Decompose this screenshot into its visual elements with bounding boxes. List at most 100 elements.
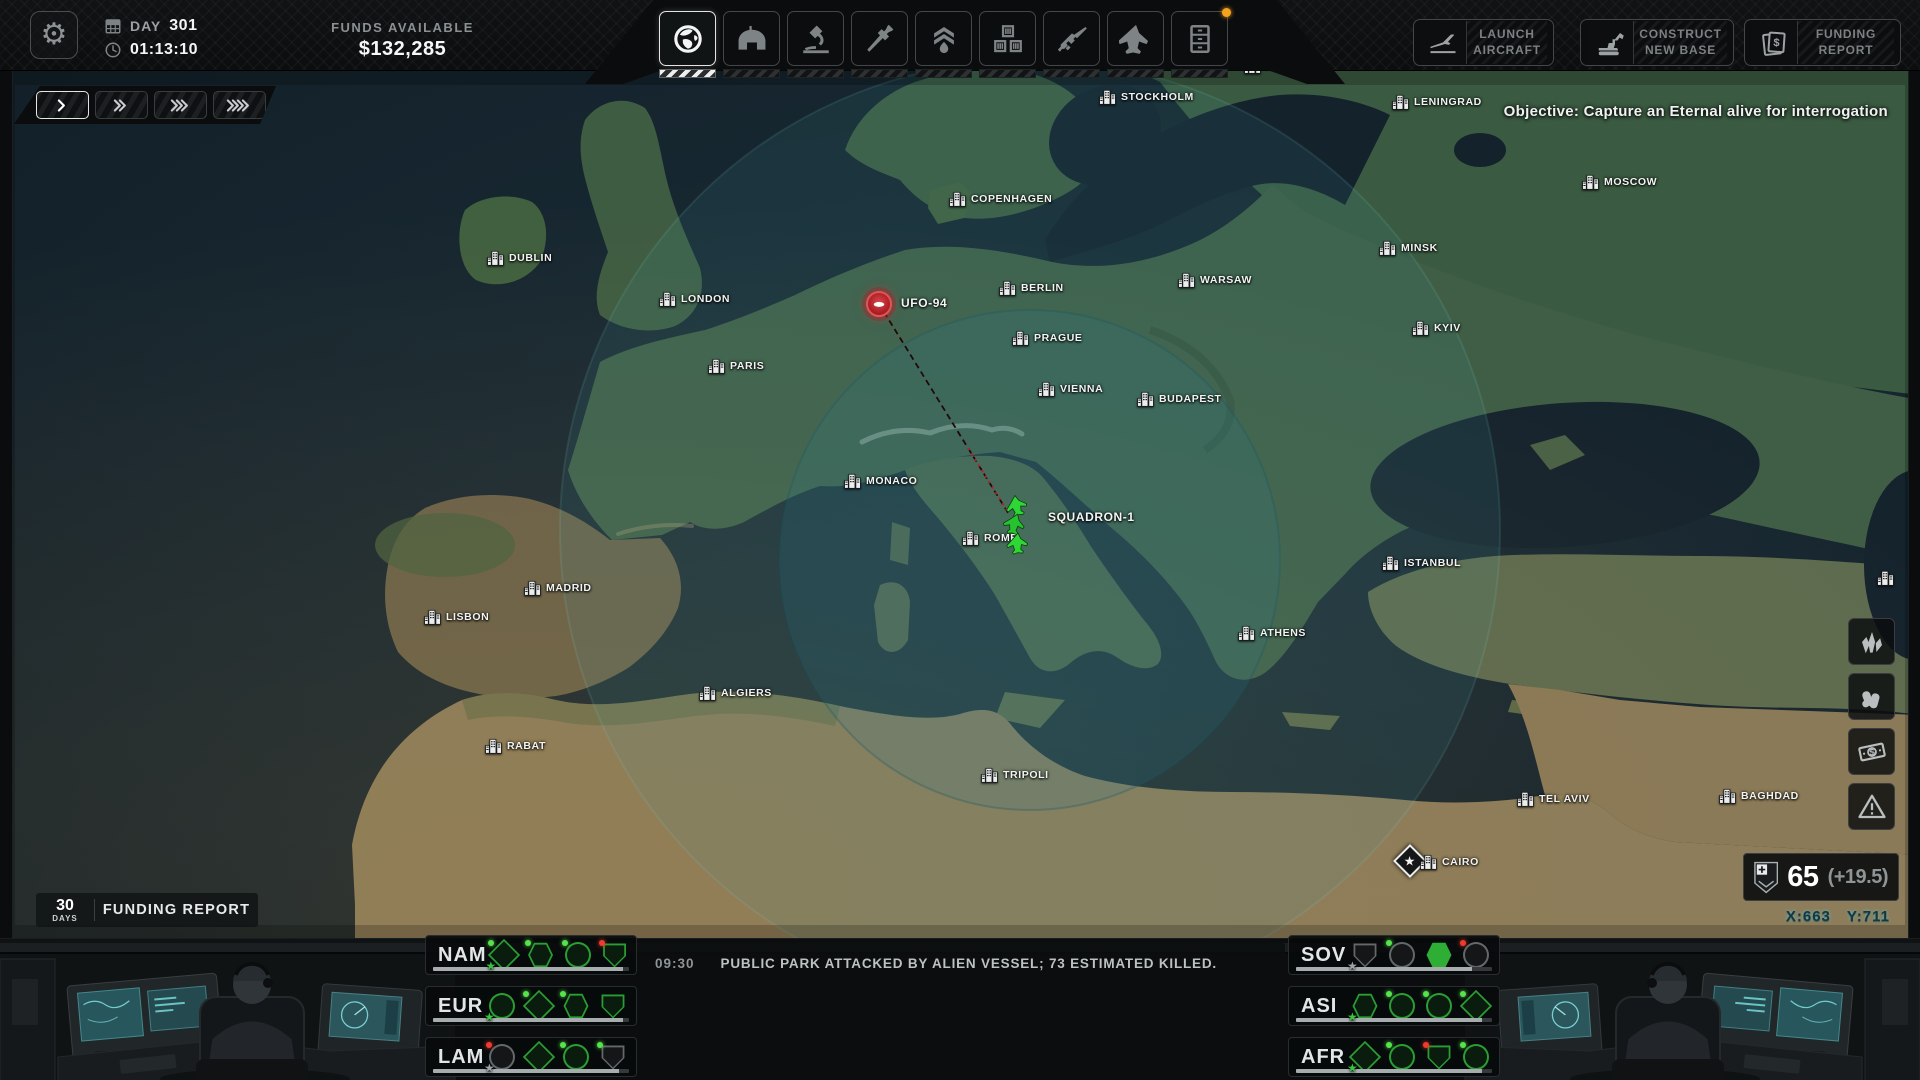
status-dot-green <box>1386 1042 1392 1048</box>
alert-icon <box>1857 792 1887 822</box>
region-status-engineering <box>559 1042 593 1073</box>
star-badge: ★ <box>1347 959 1358 973</box>
region-relations-bar <box>1296 967 1492 971</box>
ufo-marker[interactable] <box>866 291 892 317</box>
region-relations-bar <box>1296 1018 1492 1022</box>
alloys-button[interactable] <box>1848 673 1895 720</box>
funding-slot-icon <box>1356 1048 1374 1066</box>
city-icon <box>708 358 725 374</box>
region-status-research <box>1422 991 1456 1022</box>
city-icon <box>1877 570 1894 586</box>
nav-button-personnel[interactable] <box>915 11 972 66</box>
construct-new-base-button[interactable]: CONSTRUCTNEW BASE <box>1580 19 1734 66</box>
alerts-button[interactable] <box>1848 783 1895 830</box>
city-icon <box>1382 555 1399 571</box>
engineering-slot-icon <box>1392 1047 1412 1067</box>
jet-icon <box>1119 22 1153 56</box>
excavator-icon <box>1587 21 1634 64</box>
city-marker <box>1877 570 1894 586</box>
region-panel-asi[interactable]: ASI★ <box>1288 986 1500 1026</box>
city-icon <box>1012 330 1029 346</box>
cash-icon: $ <box>1857 737 1887 767</box>
city-icon <box>424 609 441 625</box>
city-marker-tripoli: TRIPOLI <box>981 767 1049 783</box>
intel-slot-icon <box>531 945 551 965</box>
canisters-icon <box>1857 682 1887 712</box>
research-slot-icon <box>492 1047 512 1067</box>
squadron-jets-icon <box>996 494 1040 558</box>
nav-button-base[interactable] <box>723 11 780 66</box>
time-speed-4x-button[interactable] <box>213 91 266 119</box>
funding-slot-icon <box>495 946 513 964</box>
region-panel-afr[interactable]: AFR★ <box>1288 1037 1500 1077</box>
star-icon: ★ <box>1404 855 1416 868</box>
nav-item-armory <box>1043 11 1100 78</box>
time-speed-2x-button[interactable] <box>95 91 148 119</box>
nav-button-engineering[interactable] <box>851 11 908 66</box>
city-marker-cairo: CAIRO <box>1420 854 1479 870</box>
launch-aircraft-button[interactable]: LAUNCHAIRCRAFT <box>1413 19 1554 66</box>
city-marker-dublin: DUBLIN <box>487 250 552 266</box>
resources-button[interactable] <box>1848 618 1895 665</box>
region-status-funding: ★ <box>1348 1042 1382 1073</box>
crates-icon <box>991 22 1025 56</box>
nav-button-stores[interactable] <box>979 11 1036 66</box>
engineering-slot-icon <box>1392 996 1412 1016</box>
star-badge: ★ <box>484 1010 495 1024</box>
city-icon <box>999 280 1016 296</box>
region-panel-lam[interactable]: LAM★ <box>425 1037 637 1077</box>
status-dot-red <box>486 1042 492 1048</box>
squadron-marker[interactable] <box>996 494 1040 563</box>
clock-icon <box>104 41 122 59</box>
status-dot-green <box>562 940 568 946</box>
region-code: NAM <box>438 944 487 967</box>
city-marker-kyiv: KYIV <box>1412 320 1461 336</box>
funding-report-countdown[interactable]: 30 DAYS FUNDING REPORT <box>36 893 258 927</box>
settings-button[interactable]: ⚙ <box>30 11 78 59</box>
region-status-intel <box>1422 940 1456 971</box>
globe-icon <box>671 22 705 56</box>
money-icon: $ <box>1759 28 1789 58</box>
region-code: EUR <box>438 995 485 1018</box>
nav-button-research[interactable] <box>787 11 844 66</box>
city-icon <box>524 580 541 596</box>
city-icon <box>1517 791 1534 807</box>
time-speed-1x-button[interactable] <box>36 91 89 119</box>
map-frame-left <box>0 70 13 938</box>
nav-button-geoscape[interactable] <box>659 11 716 66</box>
funds-display: FUNDS AVAILABLE $132,285 <box>295 20 510 61</box>
chevron-x4-icon <box>226 98 252 113</box>
military-slot-icon <box>603 1047 623 1067</box>
status-dot-red <box>599 940 605 946</box>
funding-report-button[interactable]: $FUNDINGREPORT <box>1744 19 1901 66</box>
status-dot-green <box>560 991 566 997</box>
nav-stripe <box>979 69 1036 78</box>
time-speed-controls <box>14 86 276 124</box>
time-speed-3x-button[interactable] <box>154 91 207 119</box>
region-status-research <box>1459 940 1493 971</box>
city-marker-paris: PARIS <box>708 358 764 374</box>
nav-button-aircraft[interactable] <box>1107 11 1164 66</box>
nav-button-armory[interactable] <box>1043 11 1100 66</box>
main-nav <box>659 11 1228 78</box>
funds-label: FUNDS AVAILABLE <box>295 20 510 35</box>
day-time-display: DAY 301 01:13:10 <box>104 16 198 64</box>
geoscape-map[interactable] <box>0 0 1920 1080</box>
world-map[interactable] <box>0 0 1920 1080</box>
region-status-military <box>596 991 630 1022</box>
nav-button-archives[interactable] <box>1171 11 1228 66</box>
nav-stripe <box>1107 69 1164 78</box>
status-dot-green <box>523 991 529 997</box>
research-slot-icon <box>568 945 588 965</box>
region-panel-eur[interactable]: EUR★ <box>425 986 637 1026</box>
city-icon <box>485 738 502 754</box>
star-badge: ★ <box>484 1061 495 1075</box>
nav-item-stores <box>979 11 1036 78</box>
funds-button[interactable]: $ <box>1848 728 1895 775</box>
region-panel-nam[interactable]: NAM★ <box>425 935 637 975</box>
cursor-coordinates: X:663Y:711 <box>1715 908 1890 925</box>
city-marker-algiers: ALGIERS <box>699 685 772 701</box>
score-delta: (+19.5) <box>1828 866 1888 889</box>
nav-stripe <box>851 69 908 78</box>
region-panel-sov[interactable]: SOV★ <box>1288 935 1500 975</box>
